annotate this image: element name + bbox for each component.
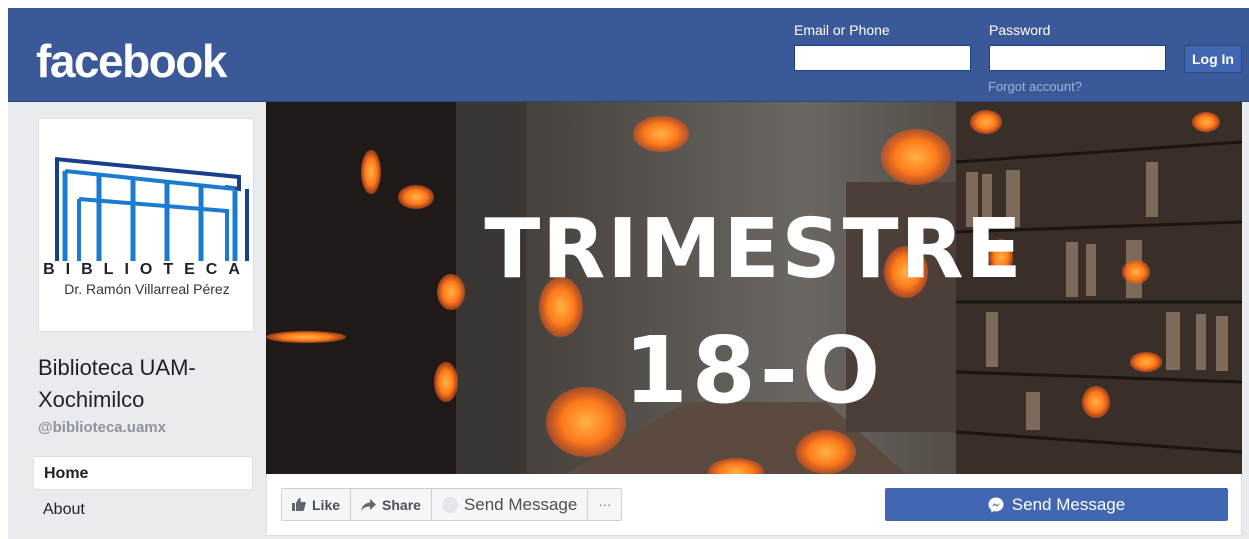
more-options-icon: ··· [598,497,612,512]
nav-home[interactable]: Home [33,456,253,490]
like-label: Like [312,496,341,513]
profile-picture[interactable]: BIBLIOTECA Dr. Ramón Villarreal Pérez [38,118,254,332]
cover-photo[interactable]: TRIMESTRE 18-O [266,102,1242,474]
send-message-label: Send Message [1011,494,1126,514]
nav-about[interactable]: About [43,501,85,519]
cover-line-2: 18-O [624,317,884,424]
logo-word: BIBLIOTECA [43,261,251,278]
biblioteca-logo: BIBLIOTECA Dr. Ramón Villarreal Pérez [43,157,251,297]
page-name: Biblioteca UAM-Xochimilco [38,355,196,412]
email-field[interactable] [794,45,971,71]
page-handle: @biblioteca.uamx [38,419,166,436]
send-message-secondary-label: Send Message [463,494,578,514]
email-label: Email or Phone [794,22,890,38]
password-label: Password [989,22,1051,38]
messenger-icon [441,496,458,513]
forgot-account-link[interactable]: Forgot account? [988,79,1082,94]
cover-image: TRIMESTRE 18-O [266,102,1242,474]
login-button[interactable]: Log In [1184,45,1242,73]
share-label: Share [382,496,421,513]
facebook-logo[interactable]: facebook [36,34,227,88]
logo-subtitle: Dr. Ramón Villarreal Pérez [64,281,229,297]
page-action-bar: Like Share Send Message ··· Send Message [266,474,1242,536]
send-message-button[interactable]: Send Message [885,488,1228,521]
page-frame: facebook Email or Phone Password Log In … [8,8,1249,539]
more-options-button[interactable]: ··· [588,489,621,520]
share-button[interactable]: Share [351,489,432,520]
thumbs-up-icon [292,498,306,511]
like-button[interactable]: Like [282,489,352,520]
password-field[interactable] [989,45,1166,71]
cover-line-1: TRIMESTRE [484,202,1023,297]
action-button-group: Like Share Send Message ··· [281,488,623,521]
top-bar: facebook Email or Phone Password Log In … [8,8,1249,102]
messenger-icon [988,497,1004,513]
share-arrow-icon [361,498,377,511]
send-message-secondary-button[interactable]: Send Message [432,489,589,520]
